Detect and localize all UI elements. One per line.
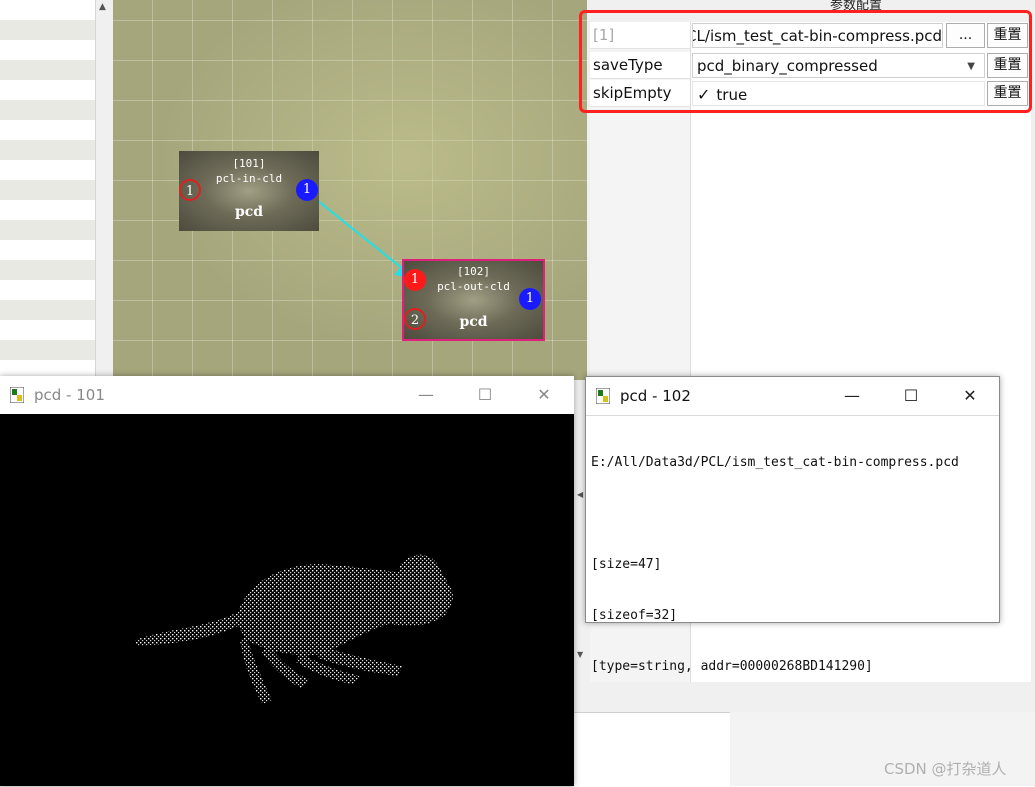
- node-id-label: [101]: [232, 157, 266, 170]
- node-102-out-port-1[interactable]: 1: [519, 288, 541, 310]
- point-cloud-viewport[interactable]: [0, 414, 574, 786]
- minimize-icon[interactable]: —: [832, 383, 872, 409]
- close-icon[interactable]: ✕: [950, 383, 990, 409]
- node-graph-canvas[interactable]: [101] pcl-in-cld pcd 1 1 [102] pcl-out-c…: [113, 0, 587, 380]
- scroll-left-icon[interactable]: ◀: [577, 490, 583, 499]
- point-cloud-render: [135, 554, 453, 704]
- node-101-in-port-1[interactable]: 1: [179, 179, 201, 201]
- scroll-down-icon[interactable]: ▼: [577, 650, 583, 659]
- info-window-titlebar[interactable]: pcd - 102 — ☐ ✕: [586, 377, 999, 415]
- node-type-label: pcd: [234, 204, 264, 220]
- maximize-icon[interactable]: ☐: [891, 383, 931, 409]
- info-line: E:/All/Data3d/PCL/ism_test_cat-bin-compr…: [591, 455, 959, 470]
- maximize-icon[interactable]: ☐: [465, 382, 505, 408]
- left-list-panel: [0, 0, 95, 380]
- window-title: pcd - 101: [34, 386, 105, 404]
- red-highlight-box: [579, 10, 1032, 113]
- scroll-up-icon[interactable]: ▲: [99, 2, 106, 12]
- node-101-out-port-1[interactable]: 1: [296, 179, 318, 201]
- info-text-area[interactable]: E:/All/Data3d/PCL/ism_test_cat-bin-compr…: [586, 415, 999, 674]
- info-line: [sizeof=32]: [591, 608, 678, 623]
- node-102-in-port-1[interactable]: 1: [404, 269, 426, 291]
- window-title: pcd - 102: [620, 387, 691, 405]
- close-icon[interactable]: ✕: [524, 382, 564, 408]
- left-scrollbar[interactable]: ▲: [95, 0, 113, 380]
- info-line: [591, 505, 994, 522]
- app-icon: [10, 387, 24, 403]
- node-102-in-port-2[interactable]: 2: [404, 308, 426, 330]
- info-window[interactable]: pcd - 102 — ☐ ✕ E:/All/Data3d/PCL/ism_te…: [585, 376, 1000, 674]
- minimize-icon[interactable]: —: [406, 382, 446, 408]
- viewer-window[interactable]: pcd - 101 — ☐ ✕: [0, 376, 574, 786]
- info-line: [size=47]: [591, 557, 662, 572]
- viewer-window-titlebar[interactable]: pcd - 101 — ☐ ✕: [0, 376, 574, 414]
- info-line: [type=string, addr=00000268BD141290]: [591, 659, 873, 674]
- app-icon: [596, 388, 610, 404]
- watermark-text: CSDN @打杂道人: [884, 760, 1007, 778]
- connection-edge: [307, 192, 417, 280]
